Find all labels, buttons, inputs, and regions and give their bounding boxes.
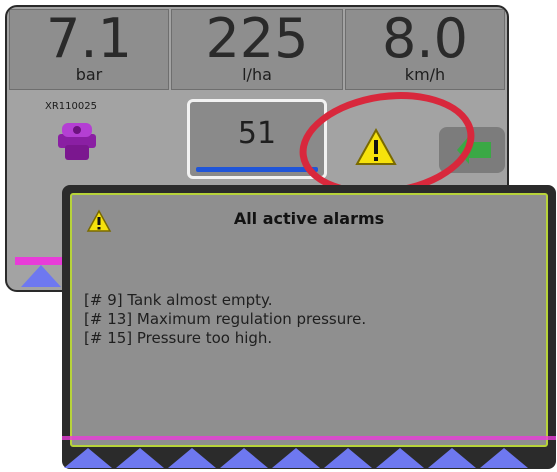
alarm-list: [# 9] Tank almost empty. [# 13] Maximum … <box>84 291 366 348</box>
boom-section-icon <box>272 448 320 468</box>
application-rate-metric[interactable]: 225 l/ha <box>171 9 343 90</box>
speed-unit: km/h <box>404 65 446 84</box>
pressure-value: 7.1 <box>46 7 132 70</box>
boom-section-icon <box>116 448 164 468</box>
alarms-dialog[interactable]: All active alarms [# 9] Tank almost empt… <box>62 185 556 469</box>
boom-section-icon <box>220 448 268 468</box>
application-rate-value: 225 <box>205 7 309 70</box>
speed-value: 8.0 <box>382 7 468 70</box>
pressure-metric[interactable]: 7.1 bar <box>9 9 169 90</box>
boom-section-icon <box>376 448 424 468</box>
boom-section-icon <box>64 448 112 468</box>
alarms-panel: All active alarms [# 9] Tank almost empt… <box>70 193 548 447</box>
boom-section-icon <box>480 448 528 468</box>
boom-section-icon <box>324 448 372 468</box>
alarm-item-9[interactable]: [# 9] Tank almost empty. <box>84 291 366 310</box>
speed-metric[interactable]: 8.0 km/h <box>345 9 505 90</box>
boom-status-strip-bottom <box>62 436 556 440</box>
alarm-item-15[interactable]: [# 15] Pressure too high. <box>84 329 366 348</box>
boom-section-icon <box>428 448 476 468</box>
value-progress-bar <box>196 167 318 172</box>
dialog-title: All active alarms <box>233 209 385 228</box>
boom-section-icon <box>21 265 61 287</box>
boom-section-icon <box>168 448 216 468</box>
nozzle-label: XR110025 <box>45 101 97 112</box>
dialog-header: All active alarms <box>72 195 546 239</box>
pressure-unit: bar <box>75 65 103 84</box>
boom-sections-row <box>64 448 554 468</box>
nozzle-icon[interactable] <box>55 119 99 167</box>
application-rate-unit: l/ha <box>242 65 272 84</box>
alarm-item-13[interactable]: [# 13] Maximum regulation pressure. <box>84 310 366 329</box>
